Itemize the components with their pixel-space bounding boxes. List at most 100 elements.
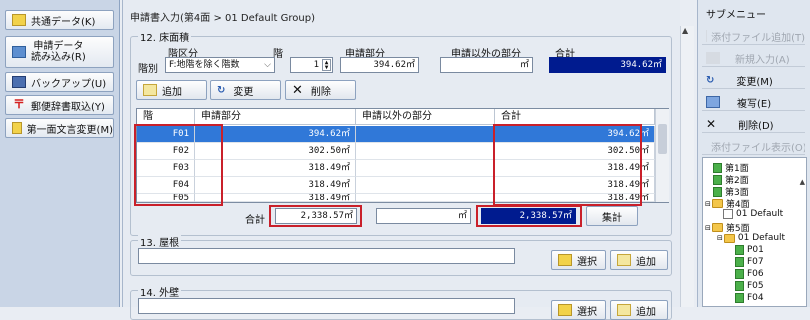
common-data-button[interactable]: 共通データ(K) xyxy=(5,10,114,30)
delete-icon: ✕ xyxy=(706,117,716,131)
change-button[interactable]: ↻ 変更(M) xyxy=(702,72,805,89)
tree-item-p01[interactable]: P01 xyxy=(735,245,764,255)
scroll-up-icon[interactable]: ▲ xyxy=(682,26,688,35)
tree-item-f04[interactable]: F04 xyxy=(735,293,764,303)
tree-item-label: F04 xyxy=(747,293,764,303)
highlight-box-total xyxy=(493,124,642,206)
left-menu-panel: 共通データ(K) 申請データ 読み込み(R) バックアップ(U) 〒 郵便辞書取… xyxy=(0,0,120,307)
total-input[interactable]: 394.62㎡ xyxy=(549,57,666,73)
column-header-floor[interactable]: 階 xyxy=(137,109,195,125)
floor-number-value: 1 xyxy=(314,60,319,70)
add-floor-label: 追加 xyxy=(162,83,182,98)
postal-dictionary-button[interactable]: 〒 郵便辞書取込(Y) xyxy=(5,95,114,115)
column-header-total[interactable]: 合計 xyxy=(495,109,655,125)
tree-item-label: 01 Default xyxy=(736,209,783,219)
wall-select-button[interactable]: 選択 xyxy=(551,300,606,320)
tree-item-f06[interactable]: F06 xyxy=(735,269,764,279)
floor-type-prefix: 階別 xyxy=(138,60,158,75)
page-icon xyxy=(713,187,722,197)
roof-legend: 13. 屋根 xyxy=(138,234,181,249)
folder-open-icon xyxy=(724,234,735,243)
table-row-f04-other[interactable] xyxy=(356,177,495,194)
add-floor-button[interactable]: 追加 xyxy=(136,80,207,100)
column-header-application[interactable]: 申請部分 xyxy=(195,109,356,125)
scrollbar-thumb[interactable] xyxy=(658,124,667,154)
attach-file-add-label: 添付ファイル追加(T) xyxy=(711,29,805,44)
collapse-icon[interactable]: ⊟ xyxy=(705,224,711,232)
wall-add-label: 追加 xyxy=(636,303,656,318)
other-total-input[interactable]: ㎡ xyxy=(376,208,471,224)
new-input-label: 新規入力(A) xyxy=(735,51,790,66)
spin-icon[interactable]: ▲▼ xyxy=(322,59,331,71)
edit-icon xyxy=(558,254,572,266)
roof-add-button[interactable]: 追加 xyxy=(610,250,668,270)
backup-button[interactable]: バックアップ(U) xyxy=(5,72,114,92)
scroll-up-icon[interactable]: ▲ xyxy=(800,178,805,186)
page-icon xyxy=(735,269,744,279)
page-icon xyxy=(735,281,744,291)
sum-label: 合計 xyxy=(245,211,265,226)
tree-item-page4-default[interactable]: 01 Default xyxy=(723,209,783,219)
tally-button[interactable]: 集計 xyxy=(586,206,638,226)
highlight-box-app-total xyxy=(269,205,362,227)
roof-add-label: 追加 xyxy=(636,253,656,268)
page-icon xyxy=(735,245,744,255)
table-row-f02-other[interactable] xyxy=(356,143,495,160)
import-icon xyxy=(12,46,26,58)
table-row-f05-other[interactable] xyxy=(356,194,495,202)
new-input-button[interactable]: 新規入力(A) xyxy=(702,50,805,67)
tree-item-page5-default[interactable]: ⊟01 Default xyxy=(717,233,785,243)
floor-number-stepper[interactable]: 1 ▲▼ xyxy=(290,57,333,73)
delete-label: 削除(D) xyxy=(738,117,774,132)
folder-open-icon xyxy=(712,199,723,208)
backup-icon xyxy=(12,76,26,88)
tree-item-label: F07 xyxy=(747,257,764,267)
main-scrollbar[interactable]: ▲ xyxy=(680,26,694,307)
delete-button[interactable]: ✕ 削除(D) xyxy=(702,116,805,133)
wall-add-button[interactable]: 追加 xyxy=(610,300,668,320)
refresh-icon: ↻ xyxy=(706,75,714,86)
floor-type-value: F:地階を除く階数 xyxy=(169,60,240,70)
chevron-down-icon: ⌵ xyxy=(264,58,271,72)
submenu-panel: サブメニュー 添付ファイル追加(T) 新規入力(A) ↻ 変更(M) 複写(E)… xyxy=(697,0,810,307)
copy-icon xyxy=(706,96,720,108)
postal-icon: 〒 xyxy=(12,99,26,111)
collapse-icon[interactable]: ⊟ xyxy=(717,234,723,242)
other-part-input[interactable]: ㎡ xyxy=(440,57,533,73)
application-part-input[interactable]: 394.62㎡ xyxy=(340,57,419,73)
wall-select-label: 選択 xyxy=(577,303,597,318)
new-doc-icon xyxy=(706,52,720,64)
copy-button[interactable]: 複写(E) xyxy=(702,94,805,111)
checklist-icon xyxy=(12,14,26,26)
first-page-wording-label: 第一面文言変更(M) xyxy=(27,121,113,136)
floor-type-select[interactable]: F:地階を除く階数 ⌵ xyxy=(165,57,275,73)
form-tree[interactable]: 第1面 第2面 第3面 ⊟第4面 01 Default ⊟第5面 ⊟01 Def… xyxy=(702,157,807,307)
first-page-wording-button[interactable]: 第一面文言変更(M) xyxy=(5,118,114,138)
import-data-button[interactable]: 申請データ 読み込み(R) xyxy=(5,36,114,68)
wall-input[interactable] xyxy=(138,298,515,314)
page-icon xyxy=(713,175,722,185)
roof-select-button[interactable]: 選択 xyxy=(551,250,606,270)
table-row-f03-other[interactable] xyxy=(356,160,495,177)
tree-item-f07[interactable]: F07 xyxy=(735,257,764,267)
column-header-other[interactable]: 申請以外の部分 xyxy=(356,109,495,125)
collapse-icon[interactable]: ⊟ xyxy=(705,200,711,208)
common-data-label: 共通データ(K) xyxy=(31,13,95,28)
roof-input[interactable] xyxy=(138,248,515,264)
add-icon xyxy=(143,84,157,96)
attach-file-view-button[interactable]: 添付ファイル表示(O) xyxy=(702,138,805,155)
edit-icon xyxy=(12,122,22,134)
table-scrollbar[interactable] xyxy=(655,109,669,202)
change-floor-button[interactable]: ↻ 変更 xyxy=(210,80,281,100)
change-floor-label: 変更 xyxy=(233,83,253,98)
folder-open-icon xyxy=(712,223,723,232)
tree-item-label: F05 xyxy=(747,281,764,291)
table-row-f01-other[interactable] xyxy=(356,126,495,143)
page-title: 申請書入力(第4面 > 01 Default Group) xyxy=(130,9,315,24)
attach-file-add-button[interactable]: 添付ファイル追加(T) xyxy=(702,28,805,45)
add-icon xyxy=(617,304,631,316)
wall-legend: 14. 外壁 xyxy=(138,284,181,299)
tree-item-f05[interactable]: F05 xyxy=(735,281,764,291)
tally-label: 集計 xyxy=(602,209,622,224)
delete-floor-button[interactable]: ✕ 削除 xyxy=(285,80,356,100)
